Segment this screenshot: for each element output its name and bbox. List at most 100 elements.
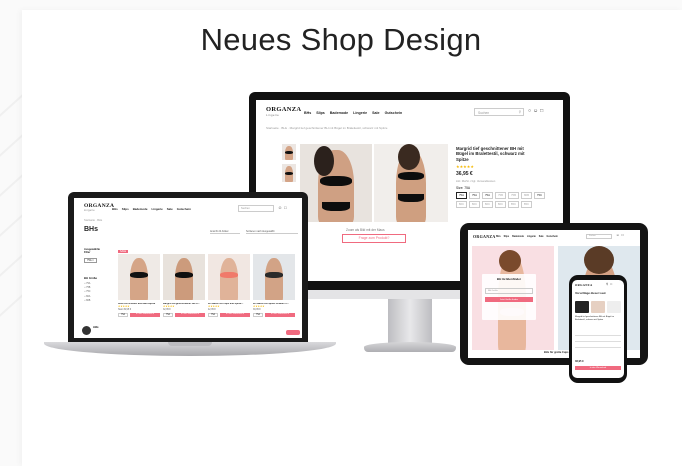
chat-button[interactable] <box>286 330 300 335</box>
product-image[interactable] <box>208 254 250 300</box>
product-card[interactable]: Margrid BH geschnittener BH m... ★★★★★ 32,… <box>163 254 205 317</box>
size-option[interactable]: 75A <box>482 192 493 199</box>
nav-item[interactable]: Sale <box>539 236 544 238</box>
rating-stars: ★★★★★ <box>118 305 130 308</box>
product-price: Statt 49,95 € <box>118 309 132 311</box>
product-image[interactable] <box>118 254 160 300</box>
size-option[interactable]: 80C <box>456 201 467 208</box>
size-select[interactable]: 75A <box>253 313 264 317</box>
user-icon[interactable]: ☺ <box>533 108 538 114</box>
option-row[interactable] <box>575 338 621 342</box>
cart-icon[interactable]: □ <box>621 233 623 237</box>
nav-item[interactable]: Bademode <box>330 111 348 115</box>
nav-item[interactable]: Sale <box>372 111 379 115</box>
product-thumbnail[interactable] <box>282 144 296 160</box>
add-to-cart-button[interactable]: In den Warenkorb <box>265 313 295 317</box>
add-to-cart-button[interactable]: In den Warenkorb <box>220 313 250 317</box>
cart-icon[interactable]: □ <box>610 282 612 286</box>
chat-avatar[interactable] <box>82 326 91 335</box>
product-image-main[interactable] <box>300 144 372 222</box>
size-option[interactable]: 85C <box>508 201 519 208</box>
breadcrumb: Startseite · BHs · Margrid tief geschnit… <box>266 126 388 130</box>
option-row[interactable] <box>575 332 621 336</box>
size-option[interactable]: 75B <box>495 192 506 199</box>
size-option[interactable]: 75B <box>508 192 519 199</box>
product-card[interactable]: Mi Valerie BH Spitze schwarz U... ★★★★★ 39… <box>253 254 295 317</box>
product-thumbnail[interactable] <box>591 301 605 313</box>
nav-item[interactable]: Lingerie <box>353 111 367 115</box>
size-option[interactable]: 75C <box>534 192 545 199</box>
nav-item[interactable]: Slips <box>504 236 510 238</box>
nav-item[interactable]: Lingerie <box>152 207 163 211</box>
size-finder-button[interactable]: Jetzt Größe finden <box>485 297 533 302</box>
size-option[interactable]: 85C <box>521 201 532 208</box>
nav-item[interactable]: BHs <box>496 236 501 238</box>
size-label: Size: 75A <box>456 186 471 190</box>
search-input[interactable]: Suchen <box>238 205 274 212</box>
size-option[interactable]: 80B <box>521 192 532 199</box>
size-select[interactable]: 75A <box>163 313 174 317</box>
size-finder-input[interactable]: BH Größe <box>485 288 533 294</box>
product-price: 32,95 € <box>163 309 171 311</box>
product-card[interactable]: Mi Valerie mit Cups und Spitze... ★★★★★ 42… <box>208 254 250 317</box>
brand-logo[interactable]: ORGANZA Lingerie <box>84 203 114 212</box>
brand-logo[interactable]: ORGANZA <box>575 283 592 287</box>
filter-chip[interactable]: 75A × <box>84 258 97 263</box>
sort-dropdown[interactable]: Sortieren nach Ausgewählt <box>246 230 298 234</box>
brand-logo[interactable]: ORGANZA Lingerie <box>266 106 301 117</box>
nav-item[interactable]: Bademode <box>512 236 524 238</box>
add-to-cart-button[interactable]: In den Warenkorb <box>575 366 621 371</box>
size-select[interactable]: 75A <box>208 313 219 317</box>
option-row[interactable] <box>575 344 621 348</box>
brand-logo[interactable]: ORGANZA <box>473 234 496 239</box>
product-actions: 75A In den Warenkorb <box>163 313 205 317</box>
size-option[interactable]: 75A <box>456 192 467 199</box>
product-title: Margrid tief geschnittener BH mit Bügel … <box>456 146 525 162</box>
location-icon[interactable]: ○ <box>528 108 531 114</box>
nav-item[interactable]: Gutschein <box>547 236 558 238</box>
user-icon[interactable]: ☺ <box>278 205 282 210</box>
search-icon[interactable]: ⚲ <box>519 110 521 114</box>
add-to-cart-button[interactable]: In den Warenkorb <box>175 313 205 317</box>
header-icons: ⚲ □ <box>606 282 612 286</box>
product-thumbnail[interactable] <box>575 301 589 313</box>
size-finder-title: BH Größenfinder <box>496 277 522 281</box>
size-option[interactable]: 80C <box>495 201 506 208</box>
user-icon[interactable]: ☺ <box>616 233 619 237</box>
product-image[interactable] <box>163 254 205 300</box>
size-filter-label: 80B <box>86 298 91 302</box>
size-option[interactable]: 80C <box>469 201 480 208</box>
nav-item[interactable]: Bademode <box>133 207 148 211</box>
nav-item[interactable]: Gutschein <box>177 207 191 211</box>
slide-title: Neues Shop Design <box>200 22 482 57</box>
nav-item[interactable]: Lingerie <box>527 236 536 238</box>
nav-item[interactable]: BHs <box>112 207 118 211</box>
product-thumbnail[interactable] <box>607 301 621 313</box>
add-to-cart-button[interactable]: In den Warenkorb <box>130 313 160 317</box>
nav-item[interactable]: BHs <box>304 111 311 115</box>
search-input[interactable]: Suchen <box>586 234 612 239</box>
product-thumbnail[interactable] <box>282 164 296 182</box>
size-filter-label: 75C <box>86 290 91 294</box>
phone-option-rows <box>575 332 621 358</box>
size-filter-option[interactable]: □ 80B <box>84 299 91 303</box>
nav-item[interactable]: Slips <box>122 207 129 211</box>
size-select[interactable]: 75A <box>118 313 129 317</box>
nav-item[interactable]: Slips <box>316 111 325 115</box>
question-button[interactable]: Frage zum Produkt? <box>342 234 406 243</box>
nav-item[interactable]: Sale <box>167 207 173 211</box>
size-option[interactable]: 75A <box>469 192 480 199</box>
product-grid: Rose BH schwarz aus Mikrospitze ★★★★★ Stat… <box>118 254 295 317</box>
nav-item[interactable]: Gutschein <box>385 111 403 115</box>
cart-icon[interactable]: □ <box>284 205 286 210</box>
phone-price: 36,95 € <box>575 360 584 363</box>
product-image[interactable] <box>253 254 295 300</box>
size-selector: 75A 75A 75A 75B 75B 80B 75C 80C 80C 80C 80C 85C 85C <box>456 192 548 208</box>
size-option[interactable]: 80C <box>482 201 493 208</box>
product-card[interactable]: Rose BH schwarz aus Mikrospitze ★★★★★ Stat… <box>118 254 160 317</box>
product-image-secondary[interactable] <box>374 144 448 222</box>
search-input[interactable]: Suchen ⚲ <box>474 108 524 116</box>
cart-icon[interactable]: □ <box>540 108 543 114</box>
search-icon[interactable]: ⚲ <box>606 282 608 286</box>
size-filter-label: 75B <box>86 286 91 290</box>
